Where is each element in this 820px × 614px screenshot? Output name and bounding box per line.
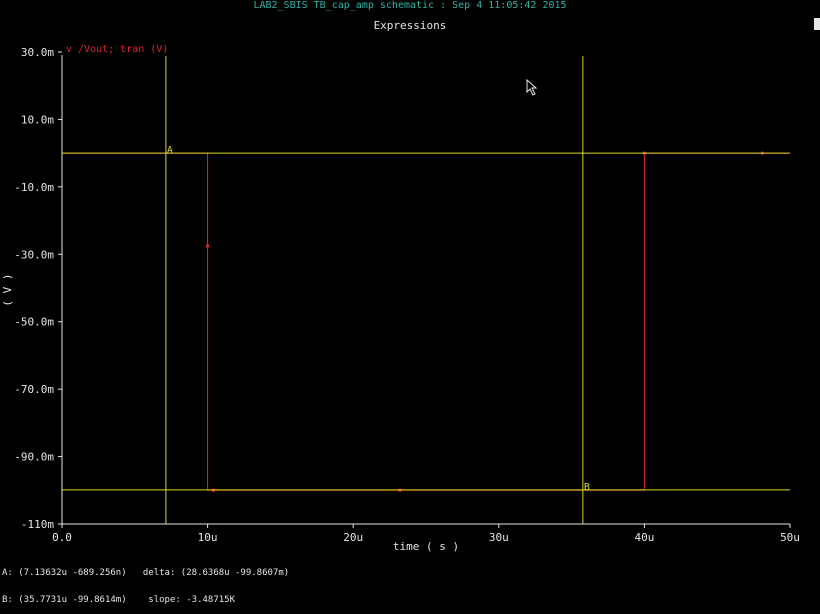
y-tick-label: -30.0m <box>14 248 54 261</box>
marker-readout: A: (7.13632u -689.256n) delta: (28.6368u… <box>2 551 289 614</box>
y-tick-label: -110m <box>21 518 54 531</box>
waveform-chart[interactable]: 30.0m 10.0m -10.0m -30.0m -50.0m -70.0m -90.0m… <box>0 0 820 571</box>
legend-entry: v /Vout; tran (V) <box>66 44 168 55</box>
y-tick-label: -10.0m <box>14 181 54 194</box>
vout-trace <box>62 152 790 491</box>
x-tick-label: 40u <box>634 531 654 544</box>
y-axis-label: ( V ) <box>1 273 14 306</box>
x-tick-label: 30u <box>489 531 509 544</box>
marker-b-readout: B: (35.7731u -99.8614m) slope: -3.48715K <box>2 595 235 605</box>
mouse-pointer-icon <box>526 78 538 96</box>
y-tick-label: 30.0m <box>21 46 54 59</box>
trace-point <box>206 244 210 248</box>
y-tick-label: -90.0m <box>14 451 54 464</box>
x-tick-label: 10u <box>198 531 218 544</box>
y-tick-label: 10.0m <box>21 113 54 126</box>
x-axis-label: time ( s ) <box>393 540 459 553</box>
marker-a-readout: A: (7.13632u -689.256n) delta: (28.6368u… <box>2 568 290 578</box>
x-tick-label: 50u <box>780 531 800 544</box>
y-tick-label: -70.0m <box>14 383 54 396</box>
marker-a-label: A <box>167 145 173 156</box>
x-tick-label: 20u <box>343 531 363 544</box>
x-tick-label: 0.0 <box>52 531 72 544</box>
y-tick-label: -50.0m <box>14 316 54 329</box>
marker-b-label: B <box>584 482 590 493</box>
